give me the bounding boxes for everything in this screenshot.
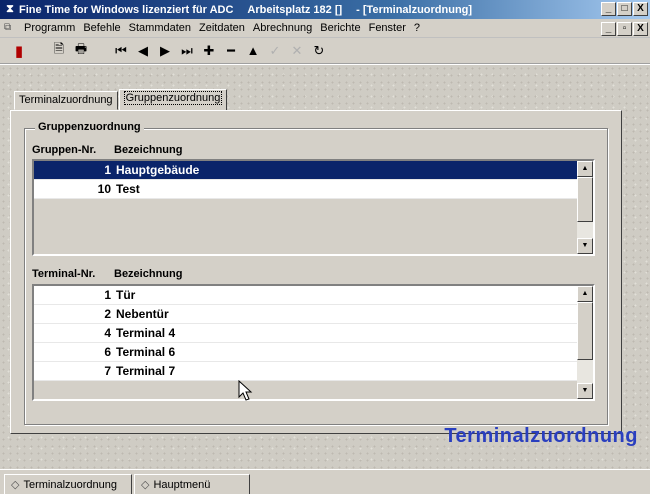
scroll-thumb[interactable] xyxy=(577,177,593,222)
menu-abrechnung[interactable]: Abrechnung xyxy=(249,22,316,34)
next-record-icon[interactable]: ▶ xyxy=(154,40,176,62)
close-button[interactable]: X xyxy=(633,2,648,16)
tab-gruppenzuordnung[interactable]: Gruppenzuordnung xyxy=(118,89,228,110)
menu-bar: ⧉ Programm Befehle Stammdaten Zeitdaten … xyxy=(0,19,650,38)
window-tab-label: Terminalzuordnung xyxy=(23,478,118,491)
window-tab-terminalzuordnung[interactable]: ◇ Terminalzuordnung xyxy=(4,474,132,494)
exit-door-icon[interactable]: ▮ xyxy=(8,40,30,62)
up-icon[interactable]: ▲ xyxy=(242,40,264,62)
menu-programm[interactable]: Programm xyxy=(20,22,79,34)
menu-help[interactable]: ? xyxy=(410,22,424,34)
tab-strip: Terminalzuordnung Gruppenzuordnung xyxy=(14,89,228,110)
form-icon: ◇ xyxy=(11,479,20,491)
scroll-up-icon[interactable]: ▲ xyxy=(577,286,593,302)
tab-gruppenzuordnung-label: Gruppenzuordnung xyxy=(123,91,223,105)
group-column-headers: Gruppen-Nr. Bezeichnung xyxy=(32,144,182,156)
col-header-bezeichnung: Bezeichnung xyxy=(114,144,183,156)
menu-stammdaten[interactable]: Stammdaten xyxy=(125,22,195,34)
terminal-nr: 4 xyxy=(104,326,111,340)
menu-berichte[interactable]: Berichte xyxy=(316,22,364,34)
scroll-thumb[interactable] xyxy=(577,302,593,360)
terminal-row[interactable]: 6 Terminal 6 xyxy=(34,343,577,362)
terminal-row[interactable]: 2 Nebentür xyxy=(34,305,577,324)
cancel-icon[interactable]: ✕ xyxy=(286,40,308,62)
mdi-close-button[interactable]: X xyxy=(633,22,648,36)
mouse-cursor-icon xyxy=(238,380,253,401)
delete-icon[interactable]: ━ xyxy=(220,40,242,62)
terminal-name: Tür xyxy=(116,288,136,302)
scroll-down-icon[interactable]: ▼ xyxy=(577,383,593,399)
group-name: Hauptgebäude xyxy=(116,163,200,177)
refresh-icon[interactable]: ↻ xyxy=(308,40,330,62)
terminal-scrollbar[interactable]: ▲ ▼ xyxy=(577,286,593,399)
terminal-column-headers: Terminal-Nr. Bezeichnung xyxy=(32,268,182,280)
terminal-row[interactable]: 1 Tür xyxy=(34,286,577,305)
terminal-listbox[interactable]: 1 Tür 2 Nebentür 4 Terminal 4 6 Terminal… xyxy=(32,284,595,401)
terminal-row[interactable]: 7 Terminal 7 xyxy=(34,362,577,381)
terminal-name: Terminal 4 xyxy=(116,326,176,340)
terminal-name: Nebentür xyxy=(116,307,169,321)
terminal-nr: 6 xyxy=(104,345,111,359)
add-icon[interactable]: ✚ xyxy=(198,40,220,62)
group-name: Test xyxy=(116,182,140,196)
terminal-name: Terminal 7 xyxy=(116,364,176,378)
menu-fenster[interactable]: Fenster xyxy=(365,22,410,34)
group-scrollbar[interactable]: ▲ ▼ xyxy=(577,161,593,254)
print-icon[interactable]: 🖶 xyxy=(70,40,92,62)
group-row[interactable]: 1 Hauptgebäude xyxy=(34,161,577,180)
maximize-button[interactable]: □ xyxy=(617,2,632,16)
tab-panel: Gruppenzuordnung Gruppen-Nr. Bezeichnung… xyxy=(10,110,622,434)
terminal-row[interactable]: 4 Terminal 4 xyxy=(34,324,577,343)
mdi-restore-button[interactable]: ▫ xyxy=(617,22,632,36)
groupbox-gruppenzuordnung: Gruppenzuordnung Gruppen-Nr. Bezeichnung… xyxy=(24,121,608,425)
mdi-child-icon[interactable]: ⧉ xyxy=(4,22,18,34)
mdi-minimize-button[interactable]: _ xyxy=(601,22,616,36)
menu-befehle[interactable]: Befehle xyxy=(79,22,124,34)
terminal-nr: 7 xyxy=(104,364,111,378)
prev-record-icon[interactable]: ◀ xyxy=(132,40,154,62)
menu-zeitdaten[interactable]: Zeitdaten xyxy=(195,22,249,34)
hourglass-icon: ⧗ xyxy=(6,3,14,15)
form-caption: Terminalzuordnung xyxy=(444,425,638,447)
preview-icon[interactable]: 🗎 xyxy=(48,40,70,62)
terminal-name: Terminal 6 xyxy=(116,345,176,359)
window-tab-hauptmenue[interactable]: ◇ Hauptmenü xyxy=(134,474,250,494)
window-tab-label: Hauptmenü xyxy=(153,478,211,491)
confirm-icon[interactable]: ✓ xyxy=(264,40,286,62)
tab-terminalzuordnung[interactable]: Terminalzuordnung xyxy=(14,91,118,110)
title-app: Fine Time for Windows lizenziert für ADC xyxy=(19,3,234,16)
group-nr: 10 xyxy=(97,182,111,196)
title-workplace: Arbeitsplatz 182 [] xyxy=(247,3,343,16)
window-title-bar[interactable]: ⧗ Fine Time for Windows lizenziert für A… xyxy=(0,0,650,19)
first-record-icon[interactable]: ⏮ xyxy=(110,40,132,62)
scroll-down-icon[interactable]: ▼ xyxy=(577,238,593,254)
group-listbox[interactable]: 1 Hauptgebäude 10 Test ▲ ▼ xyxy=(32,159,595,256)
groupbox-title: Gruppenzuordnung xyxy=(35,121,144,133)
scroll-up-icon[interactable]: ▲ xyxy=(577,161,593,177)
form-icon: ◇ xyxy=(141,479,150,491)
group-nr: 1 xyxy=(104,163,111,177)
tab-terminalzuordnung-label: Terminalzuordnung xyxy=(19,94,113,106)
col-header-bezeichnung: Bezeichnung xyxy=(114,268,183,280)
title-form: - [Terminalzuordnung] xyxy=(356,3,473,16)
window-tabs-bar: ◇ Terminalzuordnung ◇ Hauptmenü xyxy=(0,469,650,494)
minimize-button[interactable]: _ xyxy=(601,2,616,16)
col-header-terminal-nr: Terminal-Nr. xyxy=(32,268,96,280)
group-row[interactable]: 10 Test xyxy=(34,180,577,199)
form-area: Terminalzuordnung Gruppenzuordnung Grupp… xyxy=(0,65,650,469)
terminal-nr: 1 xyxy=(104,288,111,302)
toolbar: ▮ 🗎 🖶 ⏮ ◀ ▶ ⏭ ✚ ━ ▲ ✓ ✕ ↻ xyxy=(0,38,650,64)
terminal-nr: 2 xyxy=(104,307,111,321)
col-header-gruppen-nr: Gruppen-Nr. xyxy=(32,144,97,156)
last-record-icon[interactable]: ⏭ xyxy=(176,40,198,62)
